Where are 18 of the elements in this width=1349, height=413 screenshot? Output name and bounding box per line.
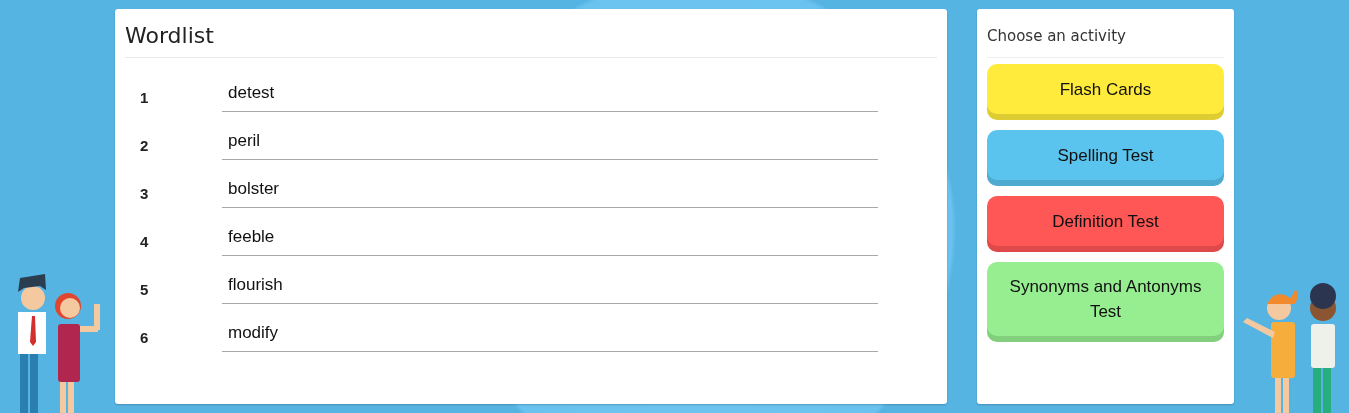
word-text: feeble: [222, 227, 878, 256]
word-text: bolster: [222, 179, 878, 208]
word-number: 3: [139, 185, 150, 204]
word-text: peril: [222, 131, 878, 160]
word-number: 2: [139, 137, 150, 156]
word-text: flourish: [222, 275, 878, 304]
activity-button[interactable]: Flash Cards: [987, 64, 1224, 120]
word-number: 6: [139, 329, 150, 348]
panel-title: Wordlist: [125, 9, 937, 58]
word-text: detest: [222, 83, 878, 112]
activity-button[interactable]: Spelling Test: [987, 130, 1224, 186]
word-number: 1: [139, 89, 150, 108]
word-number: 5: [139, 281, 150, 300]
panel-title: Choose an activity: [987, 9, 1224, 58]
word-text: modify: [222, 323, 878, 352]
word-number: 4: [139, 233, 150, 252]
activity-button[interactable]: Definition Test: [987, 196, 1224, 252]
activity-button[interactable]: Synonyms and Antonyms Test: [987, 262, 1224, 342]
